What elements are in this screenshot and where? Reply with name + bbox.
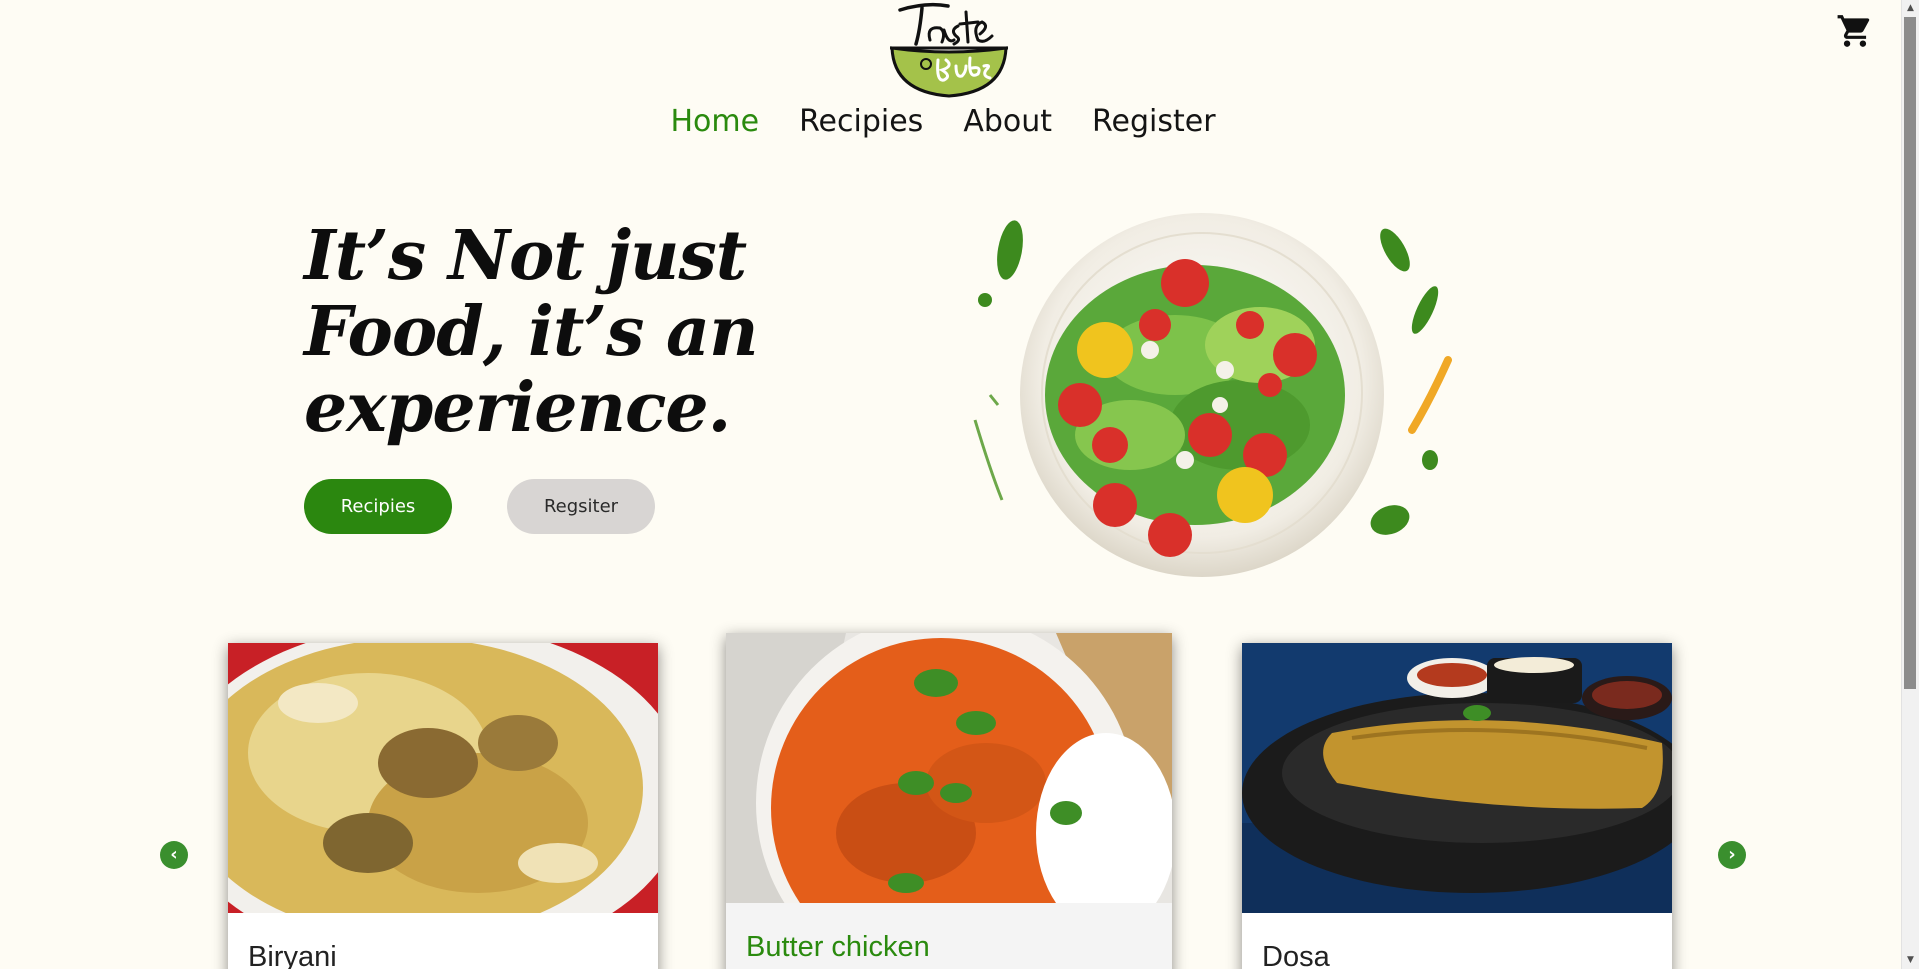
hero-heading-line-1: It’s Not just bbox=[304, 216, 747, 296]
shopping-cart-icon[interactable] bbox=[1836, 12, 1874, 50]
biryani-image bbox=[228, 643, 658, 963]
recipe-card-title: Butter chicken bbox=[746, 931, 930, 963]
main-nav: Home Recipies About Register bbox=[0, 104, 1902, 139]
carousel-prev-button[interactable]: ‹ bbox=[160, 841, 188, 869]
recipe-card-butter-chicken[interactable]: Butter chicken bbox=[726, 633, 1172, 969]
scrollbar-thumb[interactable] bbox=[1904, 17, 1916, 689]
butter-chicken-image bbox=[726, 633, 1172, 969]
scroll-down-arrow-icon[interactable]: ▼ bbox=[1902, 952, 1919, 969]
hero-heading: It’s Not just Food, it’s an experience. bbox=[304, 218, 864, 446]
register-button[interactable]: Regsiter bbox=[507, 479, 655, 534]
chevron-left-icon: ‹ bbox=[170, 844, 178, 865]
recipies-button[interactable]: Recipies bbox=[304, 479, 452, 534]
recipe-card-biryani[interactable]: Biryani bbox=[228, 643, 658, 969]
hero-heading-line-3: experience. bbox=[304, 368, 731, 448]
nav-item-recipies[interactable]: Recipies bbox=[799, 104, 923, 139]
page-scrollbar[interactable]: ▲ ▼ bbox=[1901, 0, 1919, 969]
recipe-card-title: Biryani bbox=[248, 941, 337, 969]
page: Home Recipies About Register It’s Not ju… bbox=[0, 0, 1902, 969]
taste-buds-logo[interactable] bbox=[886, 0, 1012, 98]
chevron-right-icon: › bbox=[1728, 844, 1736, 865]
nav-item-about[interactable]: About bbox=[963, 104, 1052, 139]
carousel-next-button[interactable]: › bbox=[1718, 841, 1746, 869]
nav-item-home[interactable]: Home bbox=[670, 104, 759, 139]
dosa-image bbox=[1242, 643, 1672, 913]
recipe-card-dosa[interactable]: Dosa bbox=[1242, 643, 1672, 969]
nav-item-register[interactable]: Register bbox=[1092, 104, 1216, 139]
salad-plate-image bbox=[973, 213, 1452, 577]
scroll-up-arrow-icon[interactable]: ▲ bbox=[1902, 0, 1919, 17]
recipe-card-title: Dosa bbox=[1262, 941, 1330, 969]
hero-heading-line-2: Food, it’s an bbox=[304, 292, 759, 372]
